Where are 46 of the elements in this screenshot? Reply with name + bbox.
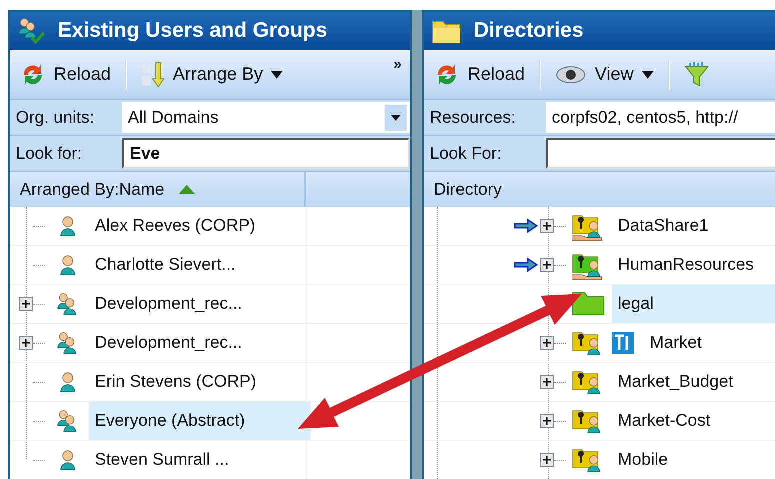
reload-button[interactable]: Reload [430,59,530,90]
field-label: Look for: [15,142,84,165]
header-label: Directory [434,178,502,201]
reload-button[interactable]: Reload [16,59,116,90]
header-label: Arranged By:Name [20,178,165,201]
tree-item[interactable]: DataShare1 [612,207,715,245]
sort-icon [141,60,166,88]
tree-item[interactable]: Alex Reeves (CORP) [89,207,262,245]
group-icon [57,410,79,432]
group-icon [57,332,79,354]
tree-item[interactable]: Market-Cost [612,402,717,440]
sort-button[interactable]: Arrange By [137,58,288,90]
tree-item[interactable]: Erin Stevens (CORP) [89,363,263,401]
tree-item[interactable]: Development_rec... [89,324,248,362]
input-field[interactable]: corpfs02, centos5, http:// [546,102,775,133]
overflow-button[interactable]: » [394,54,402,76]
expand-icon[interactable] [540,219,554,233]
expand-icon[interactable] [19,336,33,350]
view-button[interactable]: View [551,59,658,90]
domain-select[interactable]: All Domains [122,102,410,133]
expand-icon[interactable] [540,375,554,389]
tree-item[interactable]: HumanResources [612,246,760,284]
tree-item[interactable]: Market_Budget [612,363,740,401]
expand-icon[interactable] [540,453,554,467]
expand-icon[interactable] [540,336,554,350]
tree-item[interactable]: Mobile [612,441,674,479]
tree-item[interactable]: Market [644,324,708,362]
expand-icon[interactable] [540,258,554,272]
field-label: Look For: [429,142,503,165]
tree-item[interactable]: Development_rec... [89,285,248,323]
field-label: Org. units: [15,106,96,129]
input-field[interactable] [546,138,775,169]
eye-icon [555,64,588,86]
tree-item[interactable]: legal [612,285,775,323]
group-icon [57,293,79,315]
caret-icon [391,114,401,120]
expand-icon[interactable] [19,297,33,311]
tree-item[interactable]: Steven Sumrall ... [89,441,236,479]
panel-title: Existing Users and Groups [58,18,328,44]
field-label: Resources: [429,106,517,129]
input-field[interactable]: Eve [122,138,410,169]
expand-icon[interactable] [540,414,554,428]
panel-title: Directories [474,18,584,44]
tree-item[interactable]: Everyone (Abstract) [89,402,311,440]
tree-item[interactable]: Charlotte Sievert... [89,246,242,284]
users-check-icon [18,18,46,44]
